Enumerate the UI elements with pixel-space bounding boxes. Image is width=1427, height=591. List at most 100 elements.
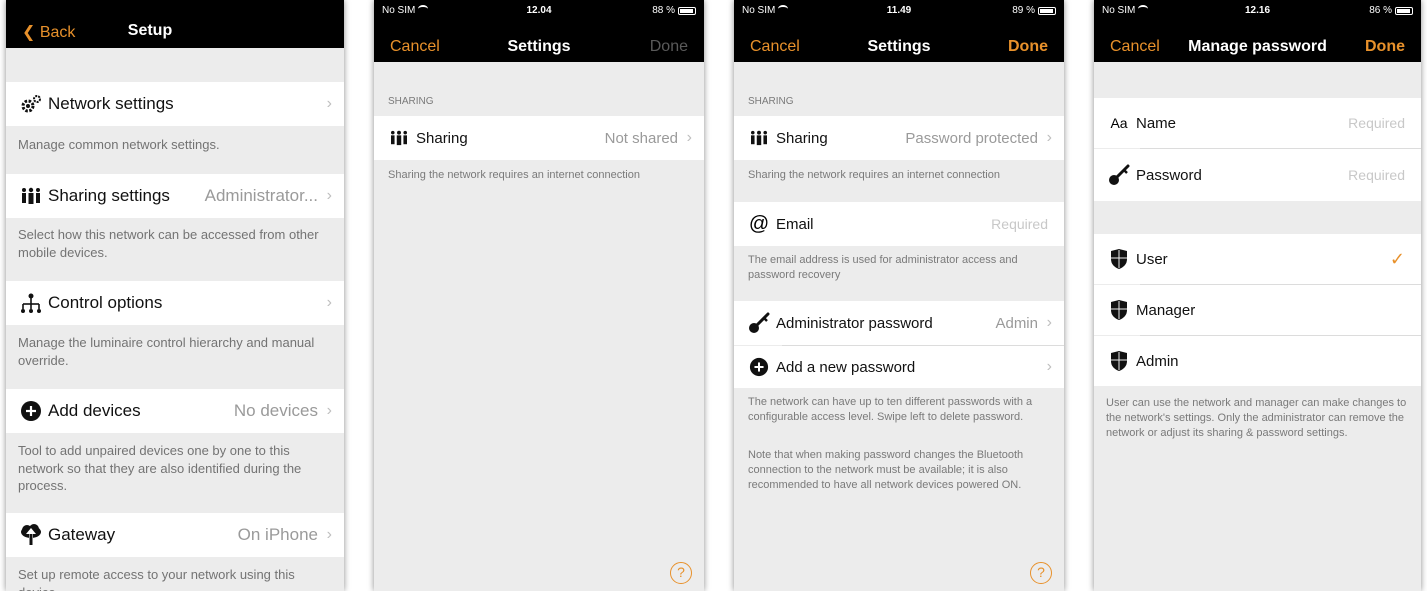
chevron-right-icon: ›	[1046, 129, 1052, 146]
row-value: Not shared	[604, 129, 678, 147]
sharing-note: Sharing the network requires an internet…	[388, 169, 640, 181]
passwords-note: The network can have up to ten different…	[748, 396, 1033, 423]
done-button[interactable]: Done	[1008, 38, 1048, 56]
at-sign-icon: @	[748, 212, 770, 235]
battery-icon	[678, 6, 696, 15]
row-label: Add devices	[48, 401, 141, 420]
checkmark-icon: ✓	[1389, 248, 1405, 269]
chevron-right-icon: ›	[326, 95, 332, 112]
chevron-right-icon: ›	[326, 526, 332, 543]
plus-circle-icon	[14, 400, 48, 422]
admin-password-row[interactable]: Administrator password Admin ›	[734, 301, 1064, 345]
help-icon[interactable]: ?	[670, 562, 692, 584]
sharing-settings-desc: Select how this network can be accessed …	[18, 227, 319, 260]
password-row[interactable]: Password Required	[1094, 149, 1421, 201]
people-icon	[742, 130, 776, 146]
row-value: No devices	[233, 401, 318, 420]
navigation-bar: No SIM 12.04 88 % Cancel Settings Done	[374, 0, 704, 62]
navigation-bar: No SIM 11.49 89 % Cancel Settings Done	[734, 0, 1064, 62]
shield-icon	[1102, 249, 1136, 269]
row-label: Sharing	[776, 129, 828, 147]
people-icon	[14, 187, 48, 205]
section-header: SHARING	[388, 96, 434, 107]
chevron-right-icon: ›	[326, 294, 332, 311]
sharing-row[interactable]: Sharing Password protected ›	[734, 116, 1064, 160]
page-title: Setup	[127, 22, 173, 39]
sharing-row[interactable]: Sharing Not shared ›	[374, 116, 704, 160]
sharing-note: Sharing the network requires an internet…	[748, 169, 1000, 181]
name-field[interactable]: Required	[1348, 115, 1405, 131]
battery-percent: 86 %	[1369, 5, 1392, 16]
battery-icon	[1038, 6, 1056, 15]
gateway-row[interactable]: Gateway On iPhone ›	[6, 513, 344, 557]
access-level-user[interactable]: User ✓	[1094, 234, 1421, 284]
row-label: Admin	[1136, 352, 1179, 370]
battery-icon	[1395, 6, 1413, 15]
hierarchy-icon	[14, 292, 48, 314]
row-value: Password protected	[905, 129, 1038, 147]
row-label: Control options	[48, 293, 163, 312]
gateway-desc: Set up remote access to your network usi…	[18, 567, 295, 591]
navigation-bar: No SIM 12.16 86 % Cancel Manage password…	[1094, 0, 1421, 62]
password-field[interactable]: Required	[1348, 167, 1405, 183]
settings-password-protected-screen: No SIM 11.49 89 % Cancel Settings Done S…	[734, 0, 1064, 591]
done-button[interactable]: Done	[650, 38, 688, 56]
row-label: Manager	[1136, 301, 1196, 319]
control-options-row[interactable]: Control options ›	[6, 281, 344, 325]
key-icon	[1102, 164, 1136, 186]
row-value: On iPhone	[237, 525, 318, 544]
row-label: Sharing settings	[48, 186, 170, 205]
email-row[interactable]: @ Email Required	[734, 202, 1064, 246]
bluetooth-note: Note that when making password changes t…	[748, 449, 1024, 491]
access-level-manager[interactable]: Manager	[1094, 285, 1421, 335]
shield-icon	[1102, 300, 1136, 320]
row-label: User	[1136, 250, 1168, 268]
row-label: Network settings	[48, 94, 174, 113]
network-settings-desc: Manage common network settings.	[18, 137, 220, 152]
gears-icon	[14, 94, 48, 114]
status-bar: No SIM 11.49 89 %	[734, 5, 1064, 19]
status-bar: No SIM 12.04 88 %	[374, 5, 704, 19]
row-value: Administrator...	[204, 186, 318, 205]
status-bar: No SIM 12.16 86 %	[1094, 5, 1421, 19]
access-level-admin[interactable]: Admin	[1094, 336, 1421, 386]
email-note: The email address is used for administra…	[748, 254, 1018, 281]
row-label: Gateway	[48, 525, 116, 544]
add-password-row[interactable]: Add a new password ›	[734, 346, 1064, 388]
people-icon	[382, 130, 416, 146]
chevron-right-icon: ›	[686, 129, 692, 146]
battery-percent: 89 %	[1012, 5, 1035, 16]
access-level-note: User can use the network and manager can…	[1106, 397, 1407, 439]
email-field[interactable]: Required	[991, 216, 1048, 232]
navigation-bar: ❮ Back Setup	[6, 0, 344, 48]
row-label: Email	[776, 215, 814, 233]
shield-icon	[1102, 351, 1136, 371]
done-button[interactable]: Done	[1365, 38, 1405, 56]
chevron-right-icon: ›	[326, 187, 332, 204]
row-label: Name	[1136, 114, 1177, 132]
row-label: Sharing	[416, 129, 468, 147]
settings-not-shared-screen: No SIM 12.04 88 % Cancel Settings Done S…	[374, 0, 704, 591]
text-format-icon: Aa	[1110, 115, 1128, 131]
key-icon	[742, 312, 776, 334]
add-devices-desc: Tool to add unpaired devices one by one …	[18, 443, 302, 494]
name-row[interactable]: Aa Name Required	[1094, 98, 1421, 148]
network-settings-row[interactable]: Network settings ›	[6, 82, 344, 126]
row-label: Add a new password	[776, 358, 916, 376]
setup-screen: ❮ Back Setup Network settings › Manage c…	[6, 0, 344, 591]
control-options-desc: Manage the luminaire control hierarchy a…	[18, 335, 315, 368]
cloud-upload-icon	[14, 524, 48, 546]
row-label: Administrator password	[776, 314, 933, 332]
section-header: SHARING	[748, 96, 794, 107]
chevron-right-icon: ›	[1046, 314, 1052, 331]
sharing-settings-row[interactable]: Sharing settings Administrator... ›	[6, 174, 344, 218]
manage-password-screen: No SIM 12.16 86 % Cancel Manage password…	[1094, 0, 1421, 591]
battery-percent: 88 %	[652, 5, 675, 16]
help-icon[interactable]: ?	[1030, 562, 1052, 584]
chevron-right-icon: ›	[326, 402, 332, 419]
row-value: Admin	[995, 314, 1038, 332]
chevron-right-icon: ›	[1046, 358, 1052, 375]
add-devices-row[interactable]: Add devices No devices ›	[6, 389, 344, 433]
plus-circle-icon	[742, 357, 776, 377]
row-label: Password	[1136, 166, 1202, 184]
